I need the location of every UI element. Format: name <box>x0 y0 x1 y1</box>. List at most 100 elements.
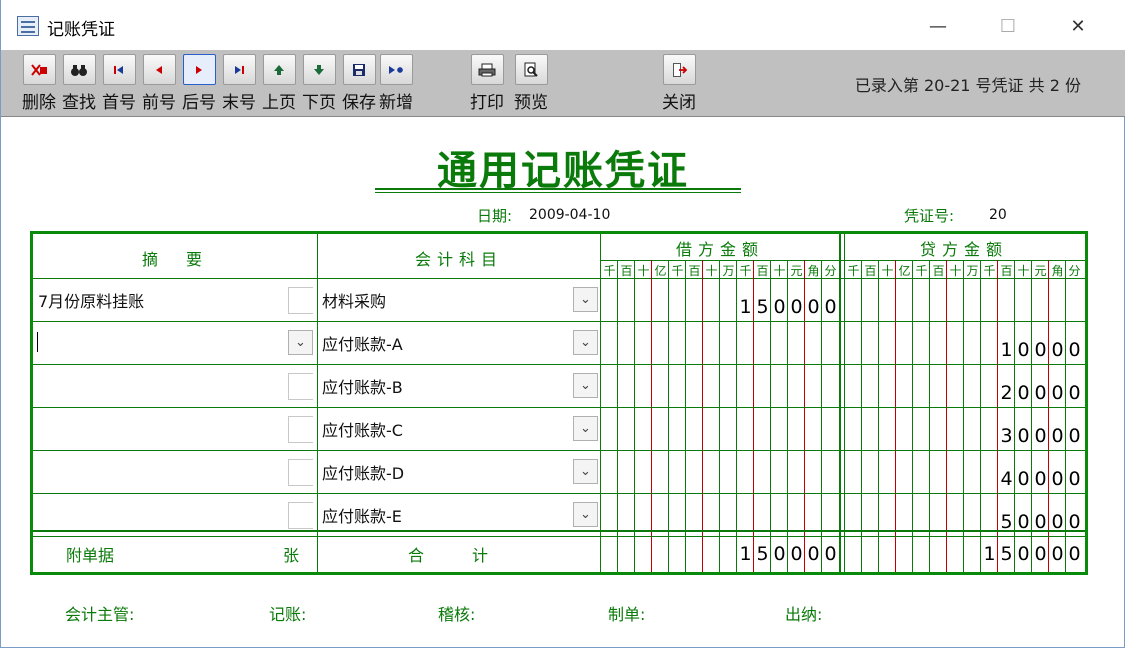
row-divider <box>33 493 1085 494</box>
title-underline <box>375 188 741 190</box>
text-caret <box>37 332 38 352</box>
debit-unit-13: 分 <box>824 264 837 278</box>
unit-separator <box>634 260 635 572</box>
debit-unit-7: 万 <box>722 264 735 278</box>
preparer-label: 制单: <box>608 605 646 624</box>
credit-amount: 20000 <box>1000 382 1081 404</box>
close-icon: ✕ <box>1070 15 1086 37</box>
first-record-button[interactable]: 首号 <box>102 54 136 113</box>
page-up-button[interactable]: 上页 <box>262 54 296 113</box>
debit-unit-0: 千 <box>603 264 616 278</box>
title-bar: 记账凭证 — ☐ ✕ <box>1 0 1125 50</box>
header-divider <box>33 278 1085 279</box>
credit-unit-9: 百 <box>1000 264 1013 278</box>
credit-amount: 10000 <box>1000 339 1081 361</box>
cashier-label: 出纳: <box>785 605 823 624</box>
account-dropdown-button[interactable]: ⌄ <box>573 459 598 484</box>
maximize-button[interactable]: ☐ <box>985 8 1031 44</box>
up-icon <box>262 54 296 85</box>
credit-unit-7: 万 <box>966 264 979 278</box>
account-dropdown-button[interactable]: ⌄ <box>573 287 598 312</box>
app-icon <box>17 16 39 36</box>
unit-separator <box>980 260 981 572</box>
summary-dropdown-stub[interactable] <box>288 459 313 486</box>
debit-unit-5: 百 <box>688 264 701 278</box>
exit-icon <box>662 54 696 85</box>
debit-unit-10: 十 <box>773 264 786 278</box>
page-down-button[interactable]: 下页 <box>302 54 336 113</box>
col-divider-account <box>600 234 601 572</box>
account-cell[interactable]: 应付账款-D <box>322 460 404 484</box>
summary-dropdown-button[interactable]: ⌄ <box>288 330 313 355</box>
unit-separator <box>963 260 964 572</box>
total-label: 合 计 <box>408 546 489 565</box>
row-divider <box>33 536 1085 537</box>
account-cell[interactable]: 应付账款-C <box>322 417 403 441</box>
account-dropdown-button[interactable]: ⌄ <box>573 330 598 355</box>
account-cell[interactable]: 应付账款-E <box>322 503 402 527</box>
credit-unit-4: 千 <box>915 264 928 278</box>
debit-unit-6: 十 <box>705 264 718 278</box>
amount-header-divider <box>601 260 1085 261</box>
account-dropdown-button[interactable]: ⌄ <box>573 373 598 398</box>
summary-cell[interactable]: 7月份原料挂账 <box>38 288 144 312</box>
account-cell[interactable]: 应付账款-A <box>322 331 403 355</box>
summary-dropdown-stub[interactable] <box>288 287 313 314</box>
new-button[interactable]: 新增 <box>379 54 413 113</box>
close-button[interactable]: ✕ <box>1055 8 1101 44</box>
record-status: 已录入第 20-21 号凭证 共 2 份 <box>854 76 1081 95</box>
summary-dropdown-stub[interactable] <box>288 502 313 529</box>
summary-dropdown-stub[interactable] <box>288 416 313 443</box>
prev-record-button[interactable]: 前号 <box>142 54 176 113</box>
auditor-label: 稽核: <box>438 605 476 624</box>
prev-icon <box>142 54 176 85</box>
down-icon <box>302 54 336 85</box>
next-icon <box>182 54 216 85</box>
row-divider <box>33 364 1085 365</box>
credit-unit-12: 角 <box>1051 264 1064 278</box>
credit-amount: 30000 <box>1000 425 1081 447</box>
maximize-icon: ☐ <box>999 15 1017 37</box>
credit-unit-10: 十 <box>1017 264 1030 278</box>
summary-dropdown-stub[interactable] <box>288 373 313 400</box>
account-cell[interactable]: 应付账款-B <box>322 374 403 398</box>
save-button[interactable]: 保存 <box>342 54 376 113</box>
save-icon <box>342 54 376 85</box>
debit-total: 150000 <box>739 543 837 565</box>
minimize-button[interactable]: — <box>915 8 961 44</box>
print-button[interactable]: 打印 <box>470 54 504 113</box>
account-cell[interactable]: 材料采购 <box>322 288 386 312</box>
preview-button[interactable]: 预览 <box>514 54 548 113</box>
last-record-button[interactable]: 末号 <box>222 54 256 113</box>
debit-unit-1: 百 <box>620 264 633 278</box>
unit-separator <box>719 260 720 572</box>
credit-unit-13: 分 <box>1068 264 1081 278</box>
search-button[interactable]: 查找 <box>62 54 96 113</box>
bookkeeper-label: 记账: <box>269 605 307 624</box>
unit-separator <box>878 260 879 572</box>
minimize-icon: — <box>929 15 947 37</box>
window-title: 记账凭证 <box>47 20 115 40</box>
first-icon <box>102 54 136 85</box>
toolbar: 删除 查找 首号 前号 后号 末号 上页 下页 保存 新增 打印 预览 关闭 已… <box>1 50 1125 117</box>
credit-unit-8: 千 <box>983 264 996 278</box>
delete-button[interactable]: 删除 <box>22 54 56 113</box>
debit-unit-3: 亿 <box>654 264 667 278</box>
credit-unit-5: 百 <box>932 264 945 278</box>
chevron-down-icon: ⌄ <box>580 464 591 479</box>
voucher-number-value[interactable]: 20 <box>989 207 1007 223</box>
attachment-unit: 张 <box>283 546 300 565</box>
voucher-table: 摘 要会计科目 借方金额 贷方金额千百十亿千百十万千百十元角分千百十亿千百十万千百十… <box>30 231 1088 575</box>
credit-amount: 40000 <box>1000 468 1081 490</box>
credit-unit-11: 元 <box>1034 264 1047 278</box>
credit-unit-6: 十 <box>949 264 962 278</box>
account-dropdown-button[interactable]: ⌄ <box>573 416 598 441</box>
binoculars-icon <box>62 54 96 85</box>
account-dropdown-button[interactable]: ⌄ <box>573 502 598 527</box>
date-value[interactable]: 2009-04-10 <box>529 207 610 223</box>
close-form-button[interactable]: 关闭 <box>662 54 696 113</box>
next-record-button[interactable]: 后号 <box>182 54 216 113</box>
debit-amount: 150000 <box>739 296 837 318</box>
col-divider-debit <box>839 234 841 572</box>
new-icon <box>379 54 413 85</box>
